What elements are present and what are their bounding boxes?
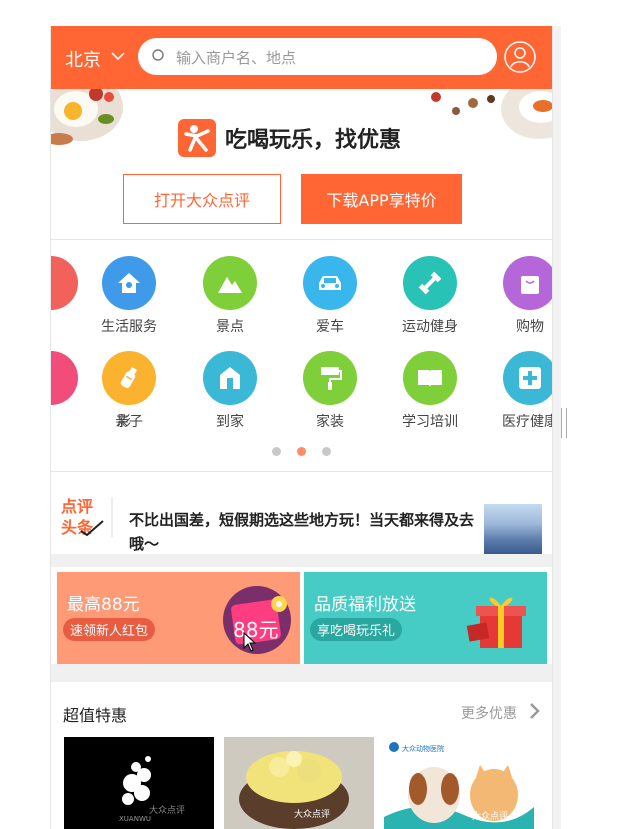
svg-text:大众动物医院: 大众动物医院 — [402, 744, 444, 753]
deal-image: 大众动物医院 大众点评 — [384, 737, 534, 829]
new-user-coupon-card[interactable]: 最高88元 速领新人红包 88元 — [57, 572, 300, 664]
category-item-life-services[interactable]: 生活服务 — [79, 256, 179, 336]
more-deals-link[interactable]: 更多优惠 — [461, 703, 517, 723]
chevron-down-icon[interactable] — [111, 51, 125, 61]
search-icon — [152, 49, 164, 61]
deal-card[interactable]: 大众动物医院 大众点评 — [384, 737, 534, 829]
page-dot-active[interactable] — [297, 447, 306, 456]
download-app-button[interactable]: 下载APP享特价 — [301, 174, 462, 224]
partial-icon — [51, 256, 78, 310]
category-item-car[interactable]: 爱车 — [280, 256, 380, 336]
city-selector[interactable]: 北京 — [65, 46, 101, 72]
dumbbell-icon — [403, 256, 457, 310]
headline-thumbnail-image[interactable] — [484, 504, 542, 554]
search-box[interactable] — [138, 38, 497, 77]
scrollbar-handle[interactable] — [561, 408, 567, 438]
deal-image: 大众点评 — [224, 737, 374, 829]
category-item-decoration[interactable]: 家装 — [280, 351, 380, 431]
category-item-medical[interactable]: 医疗健康 — [480, 351, 552, 431]
divider — [51, 471, 552, 472]
user-profile-icon[interactable] — [504, 41, 536, 73]
shopping-bag-icon — [503, 256, 552, 310]
chevron-right-icon[interactable] — [529, 702, 541, 720]
svg-text:大众点评: 大众点评 — [472, 810, 508, 822]
category-item-fitness[interactable]: 运动健身 — [380, 256, 480, 336]
book-icon — [403, 351, 457, 405]
section-separator — [51, 554, 552, 567]
food-decoration-image — [431, 89, 552, 139]
deal-image: XUANWU 大众点评 — [119, 756, 185, 823]
medical-cross-icon — [503, 351, 552, 405]
page-dot[interactable] — [272, 447, 281, 456]
carousel-pagination — [272, 447, 332, 457]
section-separator — [51, 664, 552, 682]
cursor-pointer-icon — [243, 632, 257, 652]
mountain-icon — [203, 256, 257, 310]
quality-benefits-card[interactable]: 品质福利放送 享吃喝玩乐礼 — [304, 572, 547, 664]
svg-text:XUANWU: XUANWU — [119, 815, 151, 823]
paint-roller-icon — [303, 351, 357, 405]
house-icon — [102, 256, 156, 310]
baby-bottle-icon — [102, 351, 156, 405]
headline-title[interactable]: 不比出国差，短假期选这些地方玩！当天都来得及去哦～ — [129, 508, 474, 556]
category-item-home-services[interactable]: 到家 — [180, 351, 280, 431]
divider — [51, 239, 552, 240]
svg-text:大众点评: 大众点评 — [149, 804, 185, 816]
svg-text:点评: 点评 — [61, 497, 93, 516]
category-item-attractions[interactable]: 景点 — [180, 256, 280, 336]
deal-card[interactable]: 大众点评 — [224, 737, 374, 829]
mobile-page: 北京 输入商户名、地点 吃喝玩乐，找优惠 打开大众点评 下载APP享特价 生活服… — [50, 26, 553, 829]
category-item-education[interactable]: 学习培训 — [380, 351, 480, 431]
home-door-icon — [203, 351, 257, 405]
gift-box-icon — [466, 597, 526, 648]
search-input[interactable] — [174, 38, 478, 77]
deal-card[interactable]: XUANWU 大众点评 — [64, 737, 214, 829]
open-app-button[interactable]: 打开大众点评 — [123, 174, 281, 224]
category-item-shopping[interactable]: 购物 — [480, 256, 552, 336]
svg-text:大众点评: 大众点评 — [294, 808, 330, 820]
deals-section-title: 超值特惠 — [63, 706, 128, 725]
page-dot[interactable] — [322, 447, 331, 456]
movie-icon — [51, 351, 78, 405]
category-item-family[interactable]: 亲子 — [79, 351, 179, 431]
dianping-logo-icon — [178, 119, 216, 157]
dianping-headlines-logo[interactable]: 点评 头条 — [59, 495, 115, 539]
top-header: 北京 — [51, 26, 552, 89]
banner-slogan: 吃喝玩乐，找优惠 — [225, 128, 402, 153]
food-decoration-image — [51, 89, 123, 145]
car-icon — [303, 256, 357, 310]
